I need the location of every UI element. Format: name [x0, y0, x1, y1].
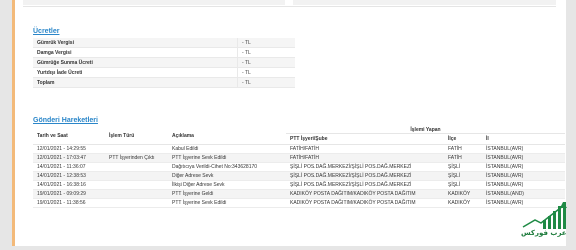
movements-table: Tarih ve Saat İşlem Türü Açıklama İşlemi… [33, 127, 565, 208]
cell-office: FATİH/FATİH [286, 153, 444, 163]
cell-op [105, 144, 168, 154]
table-row: Gümrüğe Sunma Ücreti - TL [33, 57, 295, 68]
cell-district: KADIKÖY [444, 198, 482, 208]
cell-date: 14/01/2021 - 11:36:07 [33, 162, 105, 172]
fee-value: - TL [237, 38, 295, 48]
cell-district: FATİH [444, 153, 482, 163]
cell-date: 12/01/2021 - 17:03:47 [33, 153, 105, 163]
col-desc: Açıklama [168, 127, 286, 145]
cell-desc: Kabul Edildi [168, 144, 286, 154]
cell-date: 14/01/2021 - 16:38:16 [33, 180, 105, 190]
cell-desc: Dağıtıcıya Verildi-Cihet No:343628170 [168, 162, 286, 172]
cell-desc: PTT İşyerine Sevk Edildi [168, 198, 286, 208]
fees-title: Ücretler [33, 28, 60, 35]
fee-value: - TL [237, 57, 295, 68]
cell-district: ŞİŞLİ [444, 180, 482, 190]
table-row: Damga Vergisi - TL [33, 47, 295, 58]
top-divider [23, 6, 556, 7]
top-strip-left [23, 0, 285, 5]
fees-table: Gümrük Vergisi - TL Damga Vergisi - TL Güm… [33, 38, 295, 88]
fee-label: Toplam [33, 77, 238, 88]
cell-city: İSTANBUL(AND) [482, 189, 565, 199]
table-row: 14/01/2021 - 16:38:16 İlkişi Diğer Adres… [33, 180, 565, 190]
col-op-type: İşlem Türü [105, 127, 168, 145]
forex-chart-logo-icon [522, 202, 567, 229]
cell-office: KADIKÖY POSTA DAĞITIM/KADIKÖY POSTA DAĞI… [286, 198, 444, 208]
cell-desc: PTT İşyerine Geldi [168, 189, 286, 199]
cell-city: İSTANBUL(AVR) [482, 162, 565, 172]
fee-label: Gümrüğe Sunma Ücreti [33, 57, 238, 68]
fee-value: - TL [237, 67, 295, 78]
col-city: İl [482, 133, 565, 145]
cell-desc: PTT İşyerine Sevk Edildi [168, 153, 286, 163]
cell-district: ŞİŞLİ [444, 162, 482, 172]
cell-office: ŞİŞLİ POS.DAĞ.MERKEZİ/ŞİŞLİ POS.DAĞ.MERK… [286, 171, 444, 181]
movements-title: Gönderi Hareketleri [33, 117, 98, 124]
cell-city: İSTANBUL(AVR) [482, 180, 565, 190]
fee-value: - TL [237, 47, 295, 58]
cell-date: 19/01/2021 - 09:09:29 [33, 189, 105, 199]
cell-date: 14/01/2021 - 12:38:53 [33, 171, 105, 181]
cell-office: ŞİŞLİ POS.DAĞ.MERKEZİ/ŞİŞLİ POS.DAĞ.MERK… [286, 162, 444, 172]
table-row: Toplam - TL [33, 77, 295, 88]
table-row: Yurtdışı İade Ücreti - TL [33, 67, 295, 78]
table-row: Gümrük Vergisi - TL [33, 38, 295, 48]
cell-district: KADIKÖY [444, 189, 482, 199]
table-row: 14/01/2021 - 12:38:53 Diğer Adrese Sevk … [33, 171, 565, 181]
cell-op [105, 162, 168, 172]
cell-city: İSTANBUL(AVR) [482, 171, 565, 181]
cell-office: KADIKÖY POSTA DAĞITIM/KADIKÖY POSTA DAĞI… [286, 189, 444, 199]
cell-op [105, 171, 168, 181]
cell-district: FATİH [444, 144, 482, 154]
cell-city: İSTANBUL(AVR) [482, 153, 565, 163]
col-office: PTT İşyeri/Şube [286, 133, 444, 145]
cell-op: PTT İşyerinden Çıktı [105, 153, 168, 163]
table-row: 14/01/2021 - 11:36:07 Dağıtıcıya Verildi… [33, 162, 565, 172]
cell-date: 12/01/2021 - 14:29:55 [33, 144, 105, 154]
cell-desc: Diğer Adrese Sevk [168, 171, 286, 181]
table-row: 12/01/2021 - 17:03:47 PTT İşyerinden Çık… [33, 153, 565, 163]
cell-office: ŞİŞLİ POS.DAĞ.MERKEZİ/ŞİŞLİ POS.DAĞ.MERK… [286, 180, 444, 190]
cell-op [105, 180, 168, 190]
watermark-text: عرب فوركس [521, 229, 567, 237]
cell-district: ŞİŞLİ [444, 171, 482, 181]
fee-label: Yurtdışı İade Ücreti [33, 67, 238, 78]
cell-date: 19/01/2021 - 11:38:56 [33, 198, 105, 208]
cell-desc: İlkişi Diğer Adrese Sevk [168, 180, 286, 190]
cell-city: İSTANBUL(AVR) [482, 144, 565, 154]
top-strip-right [293, 0, 556, 5]
table-row: 19/01/2021 - 11:38:56 PTT İşyerine Sevk … [33, 198, 565, 208]
cell-op [105, 198, 168, 208]
cell-op [105, 189, 168, 199]
main-panel: Ücretler Gümrük Vergisi - TL Damga Vergis… [12, 0, 566, 246]
table-row: 12/01/2021 - 14:29:55 Kabul Edildi FATİH… [33, 144, 565, 154]
fee-label: Gümrük Vergisi [33, 38, 238, 48]
fee-value: - TL [237, 77, 295, 88]
table-row: 19/01/2021 - 09:09:29 PTT İşyerine Geldi… [33, 189, 565, 199]
fee-label: Damga Vergisi [33, 47, 238, 58]
col-date: Tarih ve Saat [33, 127, 105, 145]
col-district: İlçe [444, 133, 482, 145]
top-strip [23, 0, 556, 8]
cell-office: FATİH/FATİH [286, 144, 444, 154]
